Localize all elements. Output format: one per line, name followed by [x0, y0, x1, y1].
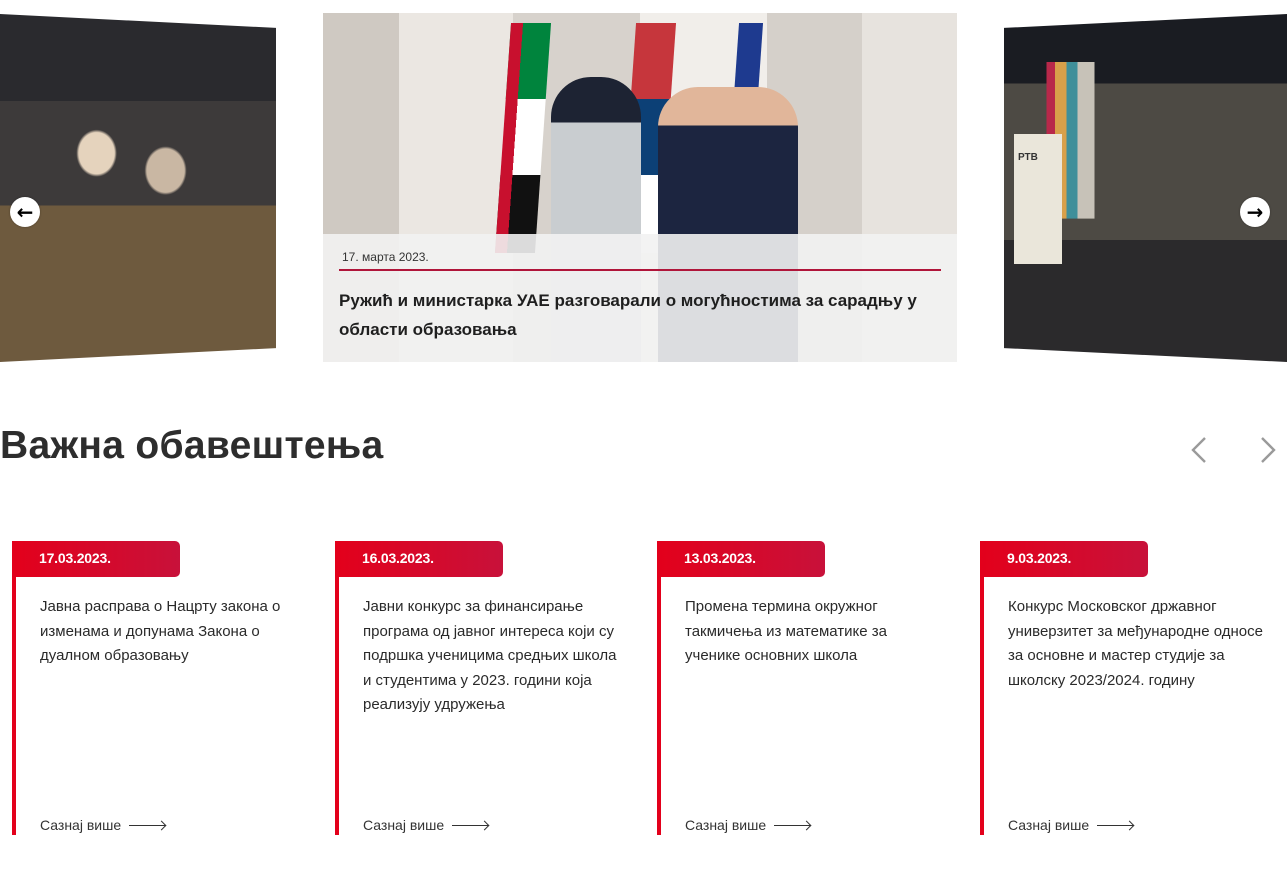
chevron-right-icon: [1261, 437, 1276, 463]
notices-next-button[interactable]: [1252, 432, 1282, 468]
carousel-next-button[interactable]: →: [1240, 197, 1270, 227]
slide-title-link[interactable]: Ружић и министарка УАЕ разговарали о мог…: [339, 286, 939, 344]
long-arrow-right-icon: [1097, 824, 1134, 826]
notice-read-more-link[interactable]: Сазнај више: [1008, 817, 1134, 833]
notice-read-more-link[interactable]: Сазнај више: [363, 817, 489, 833]
long-arrow-right-icon: [129, 824, 166, 826]
slide-caption: 17. марта 2023. Ружић и министарка УАЕ р…: [323, 234, 957, 362]
notice-title-link[interactable]: Промена термина окружног такмичења из ма…: [685, 595, 945, 669]
carousel-slide-previous[interactable]: [0, 14, 276, 362]
read-more-label: Сазнај више: [363, 817, 445, 833]
notice-card: 16.03.2023. Јавни конкурс за финансирање…: [335, 541, 635, 835]
carousel-slide-next[interactable]: РТВ: [1004, 14, 1287, 362]
notice-title-link[interactable]: Јавни конкурс за финансирање програма од…: [363, 595, 623, 718]
notice-title-link[interactable]: Конкурс Московског државног универзитет …: [1008, 595, 1268, 693]
notice-date-badge: 9.03.2023.: [980, 541, 1148, 577]
notices-section-title: Важна обавештења: [0, 424, 384, 467]
rtv-poster-label: РТВ: [1018, 152, 1038, 163]
arrow-left-icon: ←: [16, 200, 34, 224]
read-more-label: Сазнај више: [685, 817, 767, 833]
long-arrow-right-icon: [452, 824, 489, 826]
notice-card: 13.03.2023. Промена термина окружног так…: [657, 541, 957, 835]
notice-date-badge: 17.03.2023.: [12, 541, 180, 577]
notice-title-link[interactable]: Јавна расправа о Нацрту закона о изменам…: [40, 595, 300, 669]
notice-card: 17.03.2023. Јавна расправа о Нацрту зако…: [12, 541, 312, 835]
uae-flag-image: [494, 23, 552, 253]
long-arrow-right-icon: [774, 824, 811, 826]
carousel-slide-active[interactable]: 17. марта 2023. Ружић и министарка УАЕ р…: [323, 13, 957, 362]
arrow-right-icon: →: [1246, 200, 1264, 224]
slide-date: 17. марта 2023.: [339, 250, 941, 271]
chevron-left-icon: [1191, 437, 1206, 463]
read-more-label: Сазнај више: [1008, 817, 1090, 833]
notices-prev-button[interactable]: [1185, 432, 1215, 468]
notice-read-more-link[interactable]: Сазнај више: [685, 817, 811, 833]
carousel-prev-button[interactable]: ←: [10, 197, 40, 227]
notice-date-badge: 16.03.2023.: [335, 541, 503, 577]
rtv-poster: РТВ: [1014, 134, 1062, 264]
news-carousel: 17. марта 2023. Ружић и министарка УАЕ р…: [0, 0, 1287, 380]
notice-read-more-link[interactable]: Сазнај више: [40, 817, 166, 833]
notice-card: 9.03.2023. Конкурс Московског државног у…: [980, 541, 1280, 835]
read-more-label: Сазнај више: [40, 817, 122, 833]
notice-date-badge: 13.03.2023.: [657, 541, 825, 577]
